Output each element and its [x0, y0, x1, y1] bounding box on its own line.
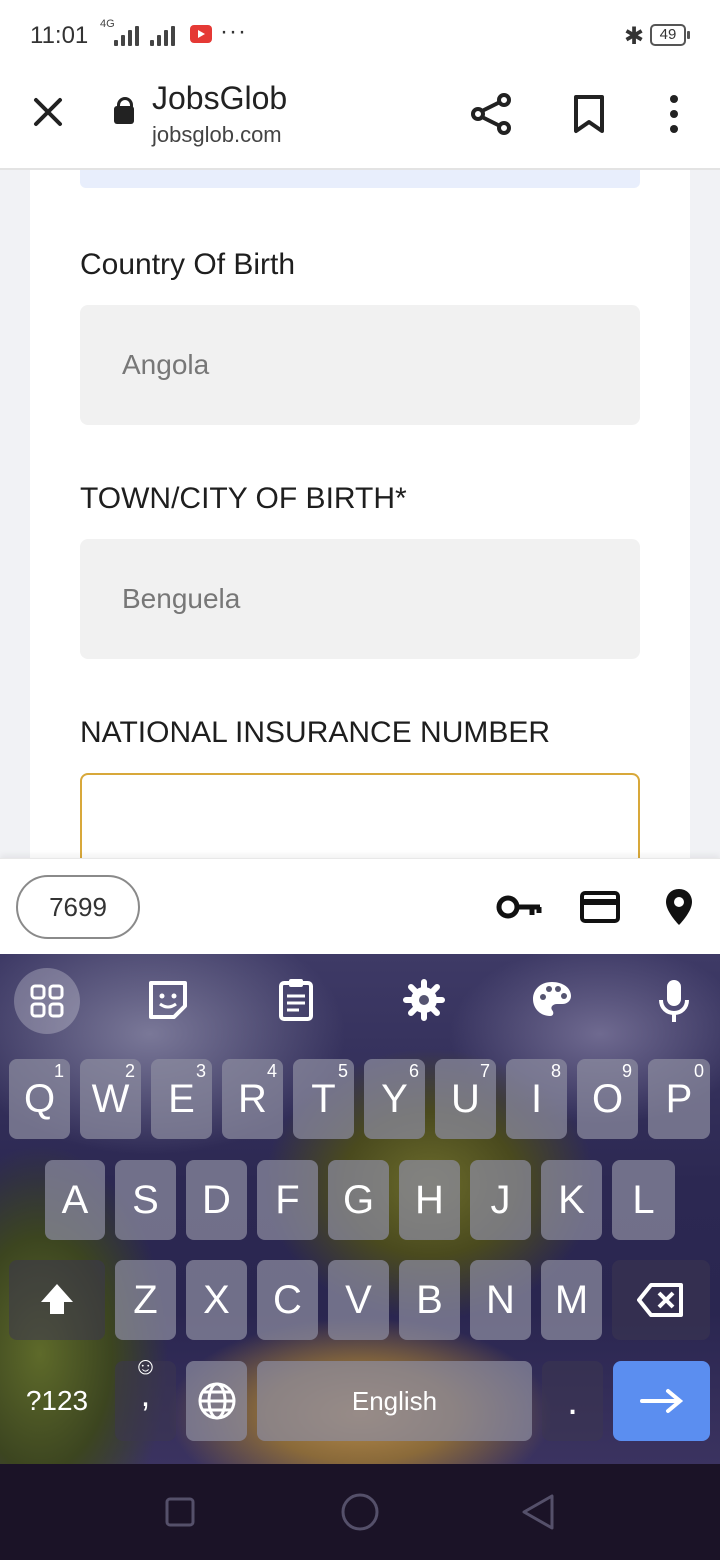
key-k[interactable]: K	[541, 1160, 602, 1240]
key-s[interactable]: S	[115, 1160, 176, 1240]
key-o[interactable]: O9	[577, 1059, 638, 1139]
bookmark-icon[interactable]	[572, 94, 606, 134]
sticker-icon[interactable]	[136, 968, 200, 1032]
national-insurance-label: NATIONAL INSURANCE NUMBER	[80, 716, 551, 749]
autofill-bar: 7699	[0, 858, 720, 954]
key-u[interactable]: U7	[435, 1059, 496, 1139]
comma-label: ,	[140, 1376, 151, 1414]
form-card: Country Of Birth Angola TOWN/CITY OF BIR…	[30, 170, 690, 858]
share-icon[interactable]	[470, 92, 514, 136]
country-of-birth-field[interactable]: Angola	[80, 305, 640, 425]
key-v[interactable]: V	[328, 1260, 389, 1340]
key-icon[interactable]	[496, 893, 544, 926]
key-i[interactable]: I8	[506, 1059, 567, 1139]
language-key[interactable]	[186, 1361, 247, 1441]
key-e[interactable]: E3	[151, 1059, 212, 1139]
period-key[interactable]: .	[542, 1361, 603, 1441]
key-j[interactable]: J	[470, 1160, 531, 1240]
key-d[interactable]: D	[186, 1160, 247, 1240]
key-a[interactable]: A	[45, 1160, 105, 1240]
credit-card-icon[interactable]	[580, 891, 620, 928]
home-icon[interactable]	[340, 1492, 380, 1537]
shift-key[interactable]	[9, 1260, 105, 1340]
national-insurance-input[interactable]	[80, 773, 640, 858]
key-x[interactable]: X	[186, 1260, 247, 1340]
key-z[interactable]: Z	[115, 1260, 176, 1340]
more-notifications-icon: ···	[220, 18, 247, 45]
previous-field[interactable]	[80, 170, 640, 188]
status-bar: 11:01 4G ··· ✱ 49	[0, 0, 720, 70]
site-url[interactable]: jobsglob.com	[152, 122, 282, 148]
globe-icon	[198, 1382, 235, 1420]
lock-icon	[114, 97, 134, 124]
more-vert-icon[interactable]	[660, 94, 688, 134]
palette-icon[interactable]	[520, 968, 584, 1032]
key-m[interactable]: M	[541, 1260, 602, 1340]
key-g[interactable]: G	[328, 1160, 389, 1240]
key-r[interactable]: R4	[222, 1059, 283, 1139]
backspace-icon	[637, 1283, 683, 1317]
clipboard-icon[interactable]	[264, 968, 328, 1032]
youtube-notification-icon	[190, 25, 212, 43]
key-q[interactable]: Q1	[9, 1059, 70, 1139]
autofill-suggestion-chip[interactable]: 7699	[16, 875, 140, 939]
emoji-comma-key[interactable]: ☺ ,	[115, 1353, 176, 1441]
symbols-key[interactable]: ?123	[9, 1361, 105, 1441]
apps-grid-icon[interactable]	[14, 968, 80, 1034]
back-icon[interactable]	[520, 1492, 556, 1537]
microphone-icon[interactable]	[642, 968, 706, 1032]
web-page: Country Of Birth Angola TOWN/CITY OF BIR…	[0, 170, 720, 858]
key-n[interactable]: N	[470, 1260, 531, 1340]
battery-icon: 49	[650, 24, 690, 46]
country-of-birth-label: Country Of Birth	[80, 248, 296, 281]
key-p[interactable]: P0	[648, 1059, 710, 1139]
system-nav-bar	[0, 1464, 720, 1560]
key-h[interactable]: H	[399, 1160, 460, 1240]
key-w[interactable]: W2	[80, 1059, 141, 1139]
close-icon[interactable]	[30, 94, 66, 130]
town-of-birth-field[interactable]: Benguela	[80, 539, 640, 659]
location-pin-icon[interactable]	[664, 887, 694, 932]
key-b[interactable]: B	[399, 1260, 460, 1340]
browser-toolbar: JobsGlob jobsglob.com	[0, 70, 720, 170]
key-f[interactable]: F	[257, 1160, 318, 1240]
key-l[interactable]: L	[612, 1160, 675, 1240]
status-time: 11:01	[30, 22, 89, 49]
bluetooth-icon: ✱	[624, 23, 645, 50]
network-type: 4G	[100, 18, 115, 30]
key-y[interactable]: Y6	[364, 1059, 425, 1139]
shift-icon	[41, 1284, 73, 1314]
key-t[interactable]: T5	[293, 1059, 354, 1139]
key-c[interactable]: C	[257, 1260, 318, 1340]
site-title: JobsGlob	[152, 80, 288, 116]
settings-icon[interactable]	[392, 968, 456, 1032]
recents-icon[interactable]	[164, 1496, 196, 1533]
enter-next-key[interactable]	[613, 1361, 710, 1441]
backspace-key[interactable]	[612, 1260, 710, 1340]
signal-icon: 4G	[100, 18, 175, 46]
arrow-right-icon	[639, 1389, 683, 1413]
town-of-birth-label: TOWN/CITY OF BIRTH*	[80, 482, 407, 515]
keyboard: Q1 W2 E3 R4 T5 Y6 U7 I8 O9 P0 A S D F G …	[0, 954, 720, 1464]
space-key[interactable]: English	[257, 1361, 532, 1441]
